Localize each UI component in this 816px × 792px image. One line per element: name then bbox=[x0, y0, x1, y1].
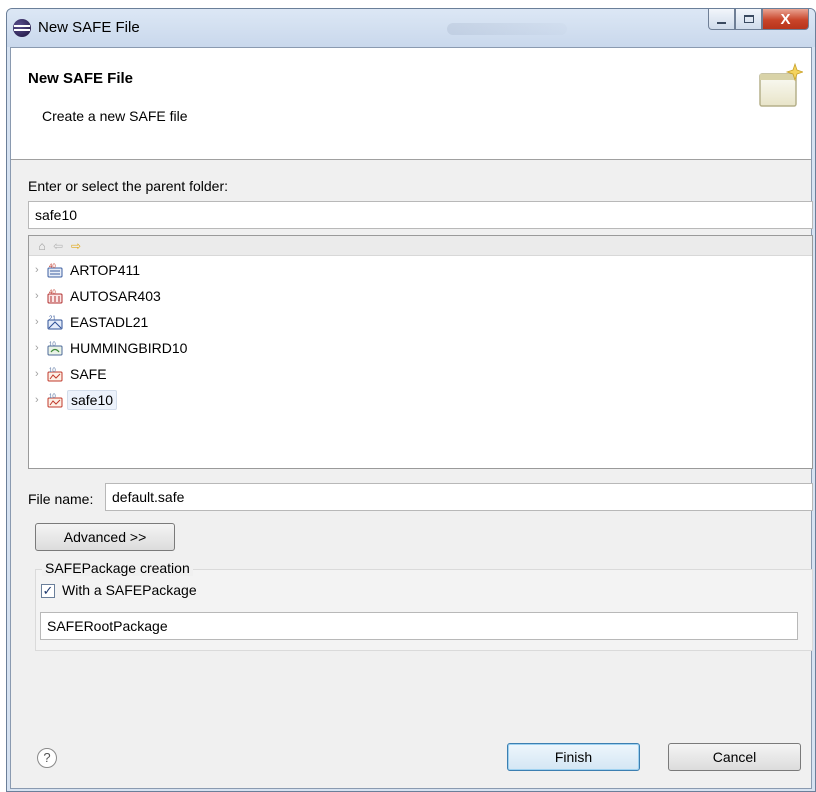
minimize-button[interactable] bbox=[708, 9, 735, 30]
expand-chevron-icon[interactable]: › bbox=[35, 394, 47, 406]
expand-chevron-icon[interactable]: › bbox=[35, 368, 47, 380]
finish-button[interactable]: Finish bbox=[507, 743, 640, 771]
forward-arrow-icon[interactable]: ⇨ bbox=[69, 239, 83, 253]
tree-toolbar: ⌂ ⇦ ⇨ bbox=[29, 236, 812, 256]
tree-item-eastadl21[interactable]: › 21 EASTADL21 bbox=[35, 310, 151, 334]
folder-tree[interactable]: ⌂ ⇦ ⇨ › 40 ARTOP411 › 40 AUTOSAR403 › 21… bbox=[28, 235, 813, 469]
eclipse-app-icon bbox=[13, 19, 31, 37]
tree-item-autosar403[interactable]: › 40 AUTOSAR403 bbox=[35, 284, 164, 308]
tree-item-label: safe10 bbox=[67, 390, 118, 410]
wizard-banner: New SAFE File Create a new SAFE file bbox=[11, 48, 811, 160]
hummingbird-project-icon: 10 bbox=[47, 342, 63, 356]
tree-item-label: HUMMINGBIRD10 bbox=[70, 340, 188, 356]
help-icon[interactable]: ? bbox=[37, 748, 57, 768]
checkbox-label: With a SAFEPackage bbox=[62, 582, 197, 598]
file-name-input[interactable] bbox=[105, 483, 813, 511]
maximize-button[interactable] bbox=[735, 9, 762, 30]
parent-folder-label: Enter or select the parent folder: bbox=[28, 178, 228, 194]
svg-text:10: 10 bbox=[49, 394, 56, 400]
tree-item-label: AUTOSAR403 bbox=[70, 288, 161, 304]
banner-title: New SAFE File bbox=[28, 70, 134, 87]
parent-folder-input[interactable] bbox=[28, 201, 813, 229]
expand-chevron-icon[interactable]: › bbox=[35, 316, 47, 328]
home-icon[interactable]: ⌂ bbox=[35, 239, 49, 253]
expand-chevron-icon[interactable]: › bbox=[35, 264, 47, 276]
svg-text:10: 10 bbox=[49, 342, 56, 348]
package-name-input[interactable] bbox=[40, 612, 798, 640]
banner-description: Create a new SAFE file bbox=[42, 108, 188, 124]
tree-item-safe[interactable]: › 10 SAFE bbox=[35, 362, 110, 386]
safepackage-group: SAFEPackage creation ✓ With a SAFEPackag… bbox=[35, 560, 813, 651]
svg-text:21: 21 bbox=[49, 316, 56, 322]
svg-text:40: 40 bbox=[49, 264, 56, 270]
safe-project-icon: 10 bbox=[47, 394, 63, 408]
group-title: SAFEPackage creation bbox=[42, 560, 193, 576]
svg-text:40: 40 bbox=[49, 290, 56, 296]
tree-item-artop411[interactable]: › 40 ARTOP411 bbox=[35, 258, 143, 282]
eastadl-project-icon: 21 bbox=[47, 316, 63, 330]
safe-project-icon: 10 bbox=[47, 368, 63, 382]
expand-chevron-icon[interactable]: › bbox=[35, 290, 47, 302]
expand-chevron-icon[interactable]: › bbox=[35, 342, 47, 354]
tree-item-safe10[interactable]: › 10 safe10 bbox=[35, 388, 118, 412]
title-bar[interactable]: New SAFE File X bbox=[7, 9, 815, 47]
close-icon: X bbox=[780, 10, 791, 28]
close-button[interactable]: X bbox=[762, 9, 809, 30]
autosar-project-icon: 40 bbox=[47, 290, 63, 304]
dialog-client: New SAFE File Create a new SAFE file Ent… bbox=[10, 47, 813, 789]
tree-item-label: ARTOP411 bbox=[70, 262, 141, 278]
tree-item-label: SAFE bbox=[70, 366, 107, 382]
title-bar-glass bbox=[447, 23, 567, 35]
svg-text:10: 10 bbox=[49, 368, 56, 374]
dialog-window: New SAFE File X New SAFE File Create a n… bbox=[6, 8, 816, 792]
window-title: New SAFE File bbox=[38, 19, 140, 36]
minimize-icon bbox=[717, 22, 726, 24]
with-safepackage-checkbox[interactable]: ✓ bbox=[41, 584, 55, 598]
file-name-label: File name: bbox=[28, 491, 94, 507]
back-arrow-icon[interactable]: ⇦ bbox=[51, 239, 65, 253]
advanced-button[interactable]: Advanced >> bbox=[35, 523, 175, 551]
window-controls: X bbox=[708, 9, 809, 31]
new-file-wizard-icon bbox=[759, 62, 803, 107]
artop-project-icon: 40 bbox=[47, 264, 63, 278]
tree-item-hummingbird10[interactable]: › 10 HUMMINGBIRD10 bbox=[35, 336, 190, 360]
tree-item-label: EASTADL21 bbox=[70, 314, 149, 330]
cancel-button[interactable]: Cancel bbox=[668, 743, 801, 771]
maximize-icon bbox=[743, 15, 754, 23]
